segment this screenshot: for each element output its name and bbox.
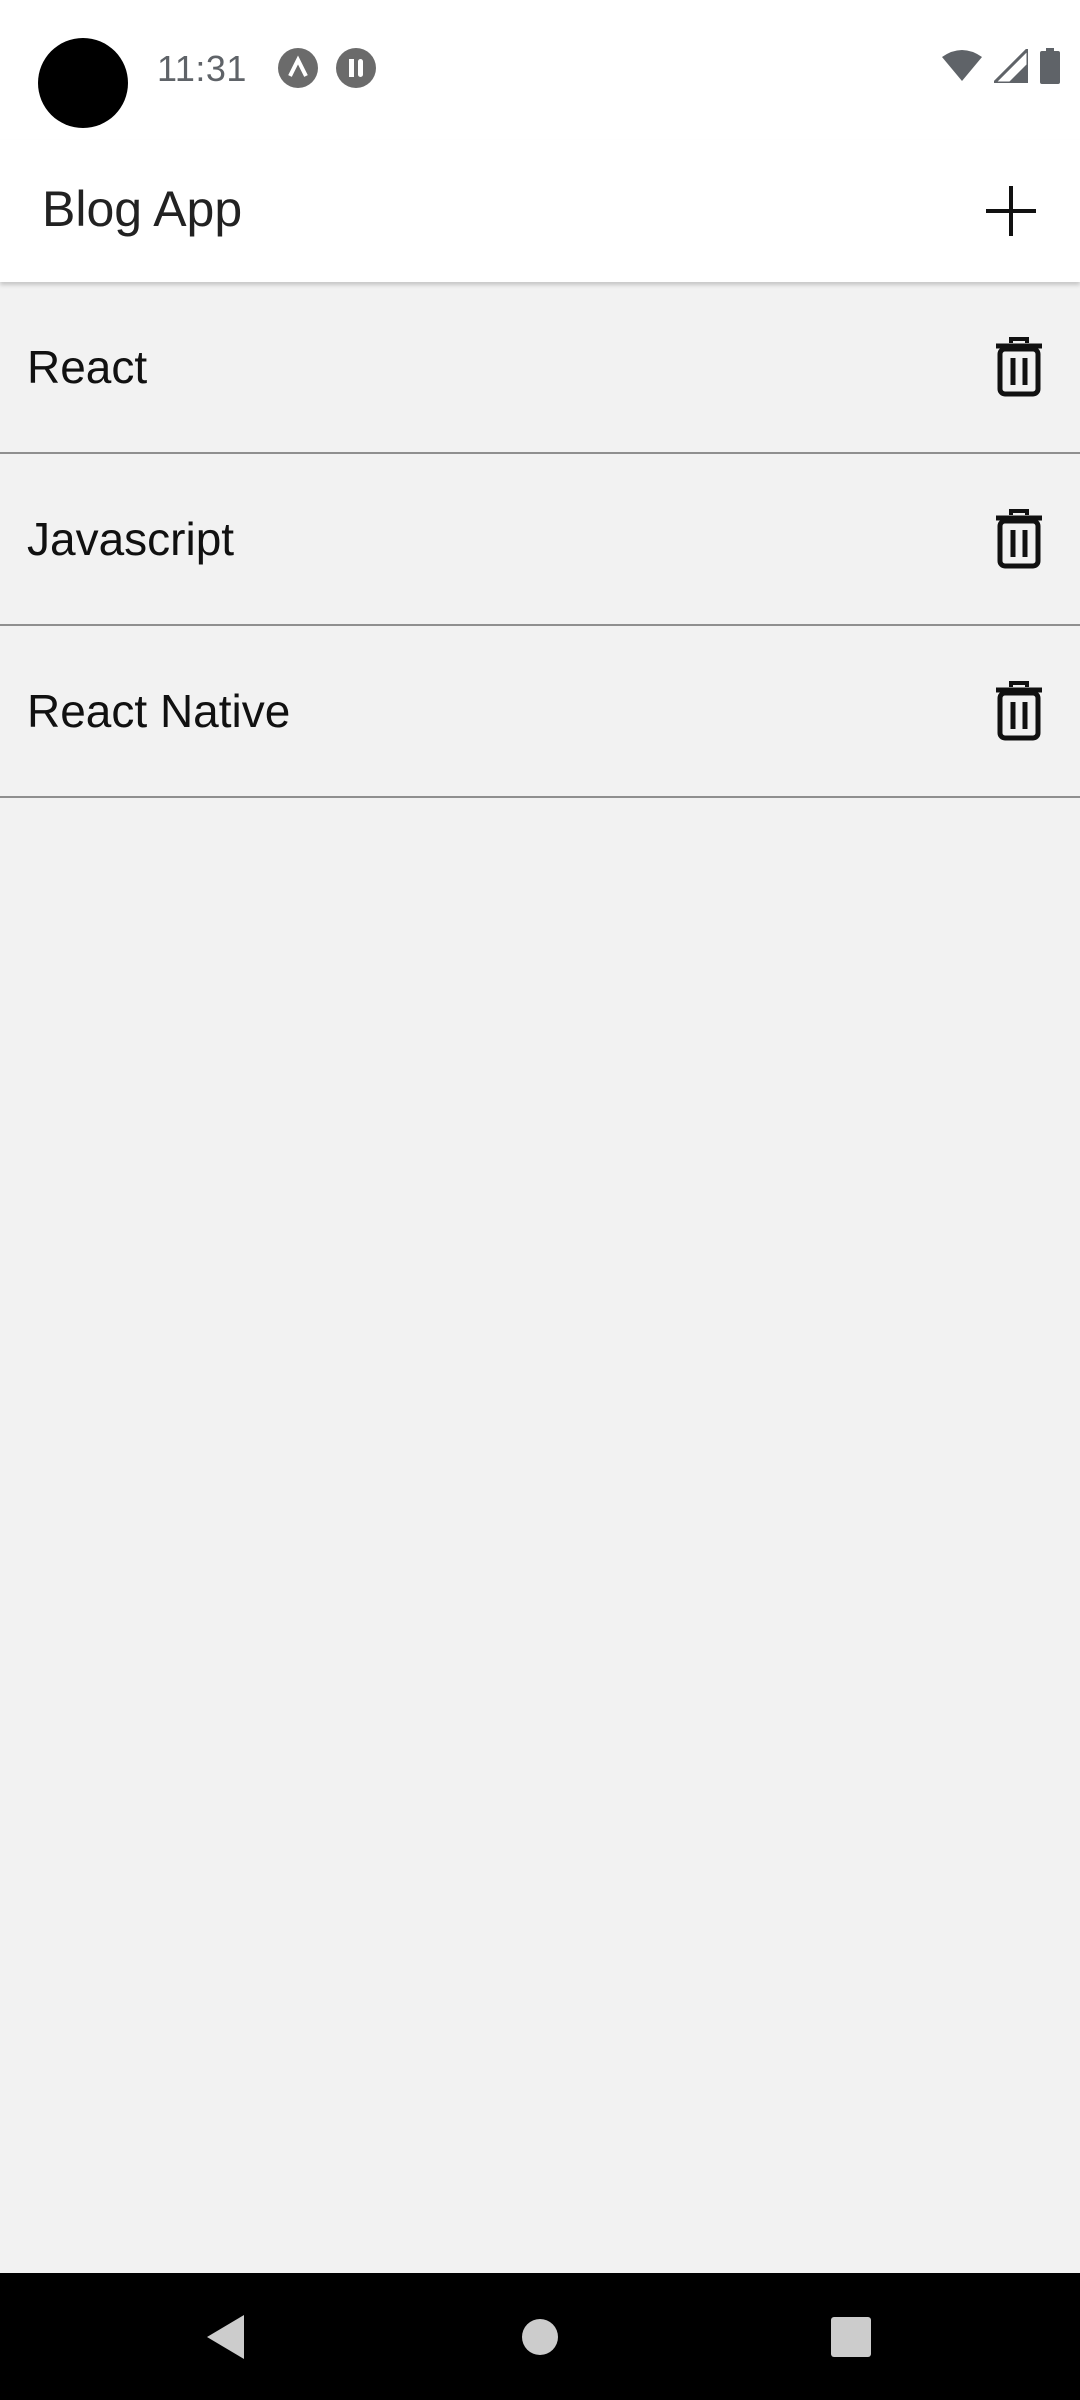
list-item[interactable]: React Native xyxy=(0,626,1080,798)
post-title: React Native xyxy=(27,685,291,737)
delete-post-button[interactable] xyxy=(986,675,1052,747)
notification-a-icon xyxy=(278,48,318,88)
list-item[interactable]: React xyxy=(0,282,1080,454)
plus-icon xyxy=(986,186,1036,236)
list-item[interactable]: Javascript xyxy=(0,454,1080,626)
post-title: Javascript xyxy=(27,513,235,565)
signal-icon xyxy=(990,44,1030,88)
trash-icon xyxy=(996,509,1042,569)
home-icon xyxy=(522,2319,558,2355)
trash-icon xyxy=(996,337,1042,397)
recents-icon xyxy=(831,2317,871,2357)
back-button[interactable] xyxy=(190,2301,262,2373)
trash-icon xyxy=(996,681,1042,741)
status-icons xyxy=(942,44,1060,89)
post-list: React Javascript React Native xyxy=(0,282,1080,798)
home-button[interactable] xyxy=(504,2301,576,2373)
page-title: Blog App xyxy=(42,181,243,237)
post-title: React xyxy=(27,341,148,393)
delete-post-button[interactable] xyxy=(986,331,1052,403)
delete-post-button[interactable] xyxy=(986,503,1052,575)
status-bar: 11:31 xyxy=(0,0,1080,140)
wifi-icon xyxy=(942,49,982,88)
notification-pause-icon xyxy=(336,48,376,88)
navigation-bar xyxy=(0,2273,1080,2400)
app-header: Blog App xyxy=(0,140,1080,282)
back-icon xyxy=(207,2315,244,2359)
add-post-button[interactable] xyxy=(976,176,1046,246)
camera-cutout xyxy=(38,38,128,128)
status-time: 11:31 xyxy=(157,48,247,89)
battery-icon xyxy=(1040,47,1060,89)
recents-button[interactable] xyxy=(815,2301,887,2373)
